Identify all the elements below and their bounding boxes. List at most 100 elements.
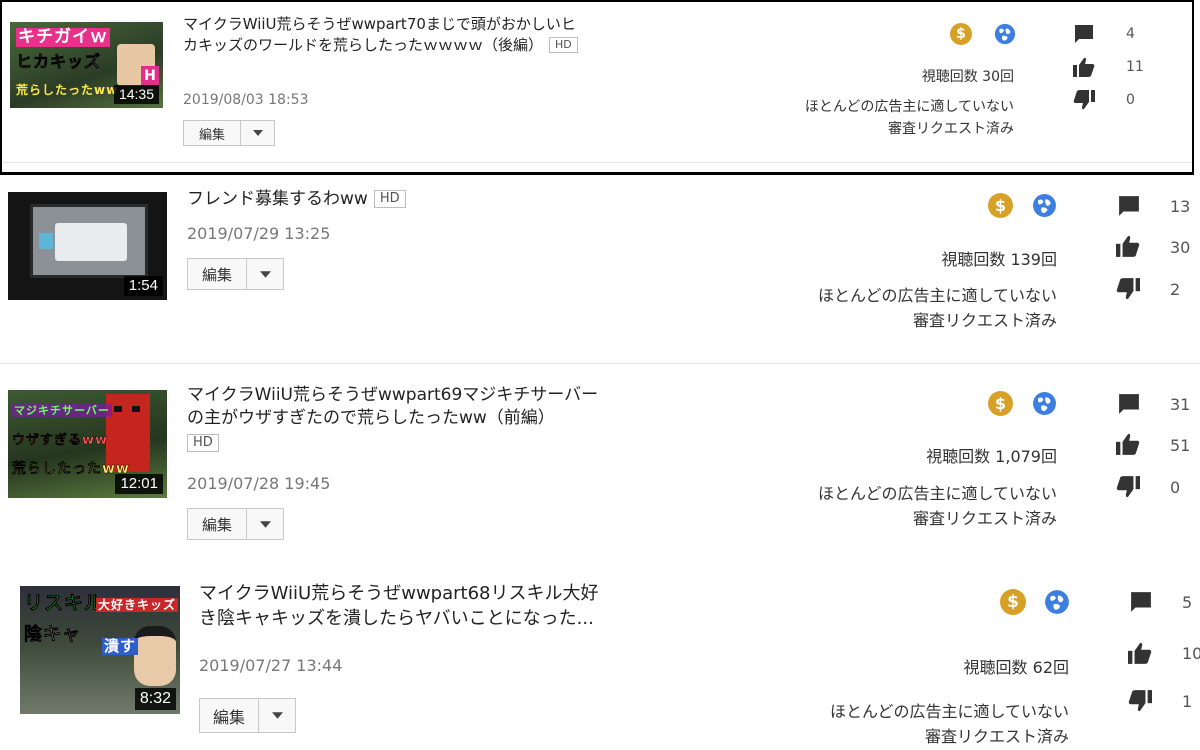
globe-icon[interactable] (1044, 589, 1070, 615)
thumb-up-icon (1128, 642, 1152, 664)
edit-dropdown[interactable]: 編集 (183, 120, 275, 146)
video-thumbnail[interactable]: 1:54 (8, 192, 167, 300)
dollar-coin-icon[interactable]: $ (988, 391, 1013, 416)
video-duration: 1:54 (123, 275, 163, 296)
ad-suitability-status[interactable]: ほとんどの広告主に適していない 審査リクエスト済み (818, 482, 1057, 532)
thumb-up-icon (1116, 235, 1140, 257)
comment-count: 4 (1126, 26, 1135, 42)
edit-dropdown[interactable]: 編集 (187, 508, 284, 540)
thumb-caption: 大好きキッズ (96, 598, 179, 612)
video-title[interactable]: マイクラWiiU荒らそうぜwwpart68リスキル大好き陰キャキッズを潰したらヤ… (199, 582, 614, 632)
thumb-down-icon (1073, 90, 1095, 110)
ad-status-line: ほとんどの広告主に適していない (817, 484, 1057, 503)
view-count: 視聴回数 139回 (941, 250, 1057, 269)
ad-suitability-status[interactable]: ほとんどの広告主に適していない 審査リクエスト済み (818, 284, 1057, 334)
thumb-up-icon (1116, 433, 1140, 455)
character-face (134, 626, 176, 686)
thumb-caption: 荒らしたったww (16, 83, 119, 97)
video-title-text[interactable]: マイクラWiiU荒らそうぜwwpart68リスキル大好き陰キャキッズを潰したらヤ… (199, 583, 598, 629)
edit-button[interactable]: 編集 (188, 509, 247, 539)
video-row: H キチガイｗ ヒカキッズ 荒らしたったww 14:35 マイクラWiiU荒らそ… (0, 0, 1194, 175)
like-count: 51 (1170, 436, 1191, 455)
ad-status-line: ほとんどの広告主に適していない (829, 702, 1069, 721)
video-duration: 12:01 (115, 473, 163, 494)
device-screen (30, 204, 148, 278)
video-title-text[interactable]: フレンド募集するわww (187, 189, 368, 209)
hd-badge: HD (373, 190, 406, 209)
review-status-line: 審査リクエスト済み (924, 726, 1069, 746)
edit-button[interactable]: 編集 (184, 121, 241, 145)
edit-dropdown[interactable]: 編集 (199, 698, 296, 733)
thumb-caption: 荒らしたったww (12, 461, 130, 477)
dislike-count: 0 (1126, 92, 1135, 108)
video-title[interactable]: フレンド募集するわww HD (187, 188, 607, 211)
video-row: マジキチサーバー ウザすぎるww 荒らしたったww 12:01 マイクラWiiU… (0, 366, 1200, 564)
edit-button[interactable]: 編集 (200, 699, 259, 732)
video-thumbnail[interactable]: H キチガイｗ ヒカキッズ 荒らしたったww 14:35 (10, 22, 163, 108)
video-title[interactable]: マイクラWiiU荒らそうぜwwpart69マジキチサーバーの主がウザすぎたので荒… (187, 384, 602, 455)
comment-icon (1131, 592, 1151, 612)
video-title[interactable]: マイクラWiiU荒らそうぜwwpart70まじで頭がおかしいヒカキッズのワールド… (183, 14, 578, 55)
comment-count: 31 (1170, 395, 1191, 414)
video-row: リスキル 大好きキッズ 陰キャ 潰す 8:32 マイクラWiiU荒らそうぜwwp… (0, 568, 1200, 750)
video-duration: 14:35 (113, 84, 159, 104)
thumb-caption: リスキル (24, 592, 105, 614)
view-count: 視聴回数 1,079回 (926, 447, 1057, 466)
ad-suitability-status[interactable]: ほとんどの広告主に適していない 審査リクエスト済み (805, 97, 1014, 140)
row-divider (2, 162, 1192, 163)
thumb-caption: マジキチサーバー (12, 404, 112, 417)
caret-down-icon[interactable] (259, 699, 295, 732)
video-title-text[interactable]: マイクラWiiU荒らそうぜwwpart70まじで頭がおかしいヒカキッズのワールド… (183, 15, 576, 54)
dislike-count: 1 (1182, 692, 1193, 711)
thumb-caption: 潰す (102, 637, 139, 655)
dislike-count: 2 (1170, 280, 1181, 299)
thumb-down-icon (1116, 476, 1140, 498)
edit-button[interactable]: 編集 (188, 259, 247, 289)
comment-icon (1119, 196, 1139, 216)
view-count: 視聴回数 62回 (963, 658, 1069, 677)
edit-dropdown[interactable]: 編集 (187, 258, 284, 290)
upload-date: 2019/08/03 18:53 (183, 92, 309, 108)
caret-down-icon[interactable] (247, 509, 283, 539)
like-count: 30 (1170, 238, 1191, 257)
dollar-coin-icon[interactable]: $ (988, 193, 1013, 218)
thumb-caption: ウザすぎるww (12, 433, 109, 448)
review-status-line: 審査リクエスト済み (912, 310, 1057, 330)
ad-suitability-status[interactable]: ほとんどの広告主に適していない 審査リクエスト済み (830, 700, 1069, 750)
review-status-line: 審査リクエスト済み (888, 120, 1014, 137)
thumb-up-icon (1073, 57, 1095, 77)
like-count: 10 (1182, 644, 1200, 663)
thumb-down-icon (1116, 278, 1140, 300)
upload-date: 2019/07/29 13:25 (187, 224, 331, 243)
view-count: 視聴回数 30回 (921, 69, 1014, 85)
comment-count: 5 (1182, 593, 1193, 612)
globe-icon[interactable] (994, 23, 1016, 45)
dislike-count: 0 (1170, 478, 1181, 497)
video-title-text[interactable]: マイクラWiiU荒らそうぜwwpart69マジキチサーバーの主がウザすぎたので荒… (187, 385, 598, 428)
row-divider (0, 363, 1200, 364)
dollar-coin-icon[interactable]: $ (1000, 589, 1026, 615)
thumb-caption: 陰キャ (24, 624, 81, 645)
hd-badge: HD (549, 36, 578, 53)
comment-icon (1119, 394, 1139, 414)
ad-status-line: ほとんどの広告主に適していない (804, 99, 1014, 115)
globe-icon[interactable] (1032, 193, 1057, 218)
video-thumbnail[interactable]: リスキル 大好きキッズ 陰キャ 潰す 8:32 (20, 586, 180, 714)
dollar-coin-icon[interactable]: $ (950, 23, 972, 45)
ad-status-line: ほとんどの広告主に適していない (817, 286, 1057, 305)
video-thumbnail[interactable]: マジキチサーバー ウザすぎるww 荒らしたったww 12:01 (8, 390, 167, 498)
thumb-caption: ヒカキッズ (16, 52, 102, 71)
thumb-caption: キチガイｗ (16, 27, 110, 47)
upload-date: 2019/07/28 19:45 (187, 474, 331, 493)
caret-down-icon[interactable] (247, 259, 283, 289)
globe-icon[interactable] (1032, 391, 1057, 416)
caret-down-icon[interactable] (241, 121, 274, 145)
like-count: 11 (1126, 59, 1144, 75)
hd-badge: HD (187, 433, 219, 453)
comment-icon (1075, 25, 1093, 43)
video-row: 1:54 フレンド募集するわww HD 2019/07/29 13:25 編集 $… (0, 176, 1200, 366)
thumb-down-icon (1128, 690, 1152, 712)
video-duration: 8:32 (134, 688, 176, 710)
h-badge: H (141, 66, 159, 86)
comment-count: 13 (1170, 197, 1191, 216)
